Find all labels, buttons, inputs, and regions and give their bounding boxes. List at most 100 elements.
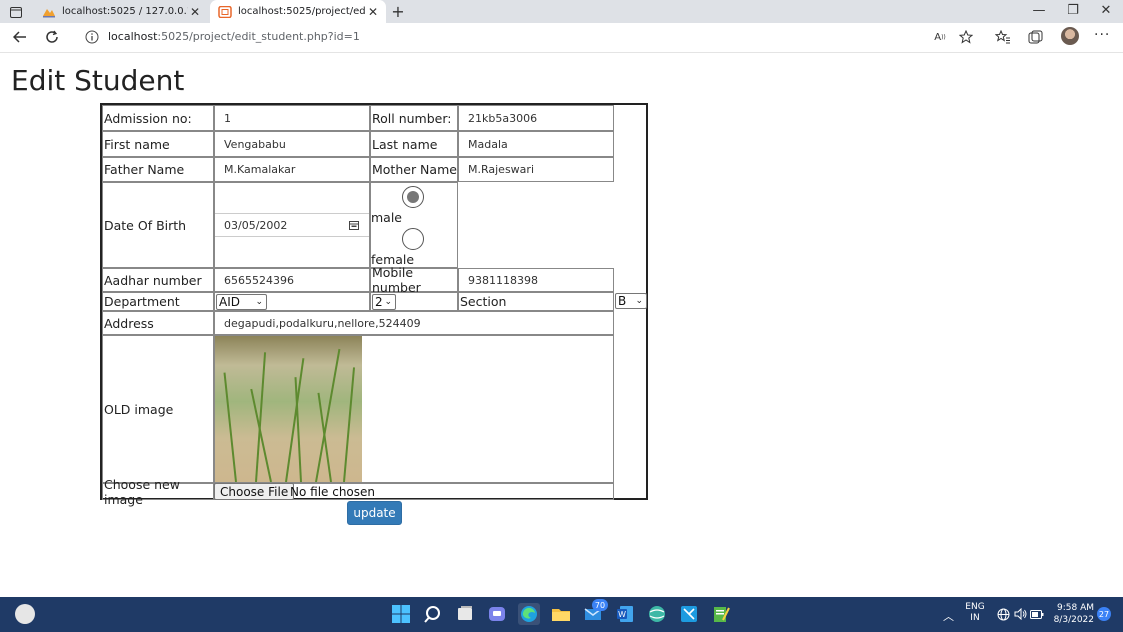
section-value: B bbox=[618, 294, 627, 308]
dob-input[interactable]: 03/05/2002 bbox=[215, 213, 369, 237]
calendar-icon[interactable] bbox=[349, 220, 359, 230]
tab-actions-icon[interactable] bbox=[6, 3, 26, 21]
url-path: :5025/project/edit_student.php?id=1 bbox=[157, 30, 360, 43]
department-select[interactable]: AID ⌄ bbox=[216, 294, 267, 310]
mother-name-label: Mother Name bbox=[370, 157, 458, 182]
section-label: Section bbox=[458, 292, 614, 311]
roll-number-label: Roll number: bbox=[370, 105, 458, 131]
time: 9:58 AM bbox=[1057, 603, 1094, 613]
year-cell: 2 ⌄ bbox=[370, 292, 458, 311]
section-select[interactable]: B ⌄ bbox=[615, 293, 647, 309]
page-icon bbox=[218, 5, 232, 18]
language-indicator[interactable]: ENG IN bbox=[963, 602, 987, 624]
father-name-label: Father Name bbox=[102, 157, 214, 182]
search-icon[interactable] bbox=[422, 603, 444, 625]
section-cell: B ⌄ bbox=[614, 292, 648, 311]
mother-name-input[interactable]: M.Rajeswari bbox=[458, 157, 614, 182]
browser-globe-icon[interactable] bbox=[646, 603, 668, 625]
favorites-icon[interactable] bbox=[995, 29, 1011, 45]
read-aloud-icon[interactable]: A)) bbox=[932, 29, 948, 45]
network-icon[interactable] bbox=[996, 607, 1010, 621]
new-tab-icon[interactable]: + bbox=[389, 2, 407, 21]
aadhar-input[interactable]: 6565524396 bbox=[214, 268, 370, 292]
tray-chevron-up-icon[interactable]: ︿ bbox=[943, 608, 954, 624]
start-icon[interactable] bbox=[390, 603, 412, 625]
dob-value: 03/05/2002 bbox=[224, 218, 288, 232]
region-code: IN bbox=[970, 613, 980, 623]
task-view-icon[interactable] bbox=[454, 603, 476, 625]
refresh-icon[interactable] bbox=[42, 27, 62, 47]
department-cell: AID ⌄ bbox=[214, 292, 370, 311]
chevron-down-icon: ⌄ bbox=[384, 297, 392, 307]
aadhar-label: Aadhar number bbox=[102, 268, 214, 292]
admission-no-label: Admission no: bbox=[102, 105, 214, 131]
tab-title: localhost:5025 / 127.0.0.1 / vrjsm bbox=[62, 6, 188, 17]
department-value: AID bbox=[219, 295, 240, 309]
mobile-label: Mobile number bbox=[370, 265, 458, 295]
close-icon[interactable]: ✕ bbox=[366, 5, 380, 19]
window-close-icon[interactable]: ✕ bbox=[1096, 3, 1116, 18]
roll-number-input[interactable]: 21kb5a3006 bbox=[458, 105, 614, 131]
first-name-input[interactable]: Vengababu bbox=[214, 131, 370, 157]
svg-text:W: W bbox=[618, 610, 626, 619]
volume-icon[interactable] bbox=[1013, 607, 1027, 621]
chevron-down-icon: ⌄ bbox=[635, 296, 643, 306]
info-icon[interactable] bbox=[85, 30, 99, 44]
notepad-icon[interactable] bbox=[710, 603, 732, 625]
admission-no-input[interactable]: 1 bbox=[214, 105, 370, 131]
male-label: male bbox=[371, 210, 402, 225]
clock[interactable]: 9:58 AM 8/3/2022 bbox=[1050, 602, 1094, 626]
battery-icon[interactable] bbox=[1030, 607, 1044, 621]
father-name-input[interactable]: M.Kamalakar bbox=[214, 157, 370, 182]
tab-phpmyadmin[interactable]: localhost:5025 / 127.0.0.1 / vrjsm ✕ bbox=[34, 0, 208, 23]
snipping-tool-icon[interactable] bbox=[678, 603, 700, 625]
minimize-icon[interactable]: — bbox=[1029, 3, 1049, 18]
department-label: Department bbox=[102, 292, 214, 311]
mail-badge: 70 bbox=[592, 599, 608, 611]
weather-widget-icon[interactable] bbox=[15, 604, 35, 624]
choose-file-button[interactable]: Choose File bbox=[214, 483, 295, 500]
edit-student-form: Admission no: 1 Roll number: 21kb5a3006 … bbox=[100, 103, 648, 507]
address-bar: localhost:5025/project/edit_student.php?… bbox=[0, 23, 1123, 53]
chevron-down-icon: ⌄ bbox=[255, 297, 263, 307]
year-select[interactable]: 2 ⌄ bbox=[372, 294, 396, 310]
address-label: Address bbox=[102, 311, 214, 335]
first-name-label: First name bbox=[102, 131, 214, 157]
close-icon[interactable]: ✕ bbox=[188, 5, 202, 19]
tab-edit-student[interactable]: localhost:5025/project/edit_stud ✕ bbox=[210, 0, 386, 23]
add-favorite-icon[interactable] bbox=[958, 29, 974, 45]
lang-code: ENG bbox=[965, 602, 985, 612]
student-photo bbox=[215, 336, 362, 482]
word-icon[interactable]: W bbox=[614, 603, 636, 625]
update-button[interactable]: update bbox=[347, 501, 402, 525]
last-name-input[interactable]: Madala bbox=[458, 131, 614, 157]
phpmyadmin-icon bbox=[43, 8, 55, 17]
file-status: No file chosen bbox=[290, 484, 376, 499]
back-icon[interactable] bbox=[10, 27, 30, 47]
url-field[interactable]: localhost:5025/project/edit_student.php?… bbox=[108, 30, 360, 43]
url-host: localhost bbox=[108, 30, 158, 43]
file-explorer-icon[interactable] bbox=[550, 603, 572, 625]
tab-strip: localhost:5025 / 127.0.0.1 / vrjsm ✕ loc… bbox=[0, 0, 1123, 23]
taskbar: 70 W ︿ ENG IN 9:58 AM 8/3/2022 27 bbox=[0, 597, 1123, 632]
old-image-label: OLD image bbox=[102, 335, 214, 483]
edge-icon[interactable] bbox=[518, 603, 540, 625]
restore-icon[interactable]: ❐ bbox=[1063, 3, 1083, 18]
notification-badge[interactable]: 27 bbox=[1097, 607, 1111, 621]
dob-cell: 03/05/2002 bbox=[214, 182, 370, 268]
male-radio[interactable] bbox=[402, 186, 424, 208]
more-menu-icon[interactable]: ··· bbox=[1094, 27, 1110, 43]
collections-icon[interactable] bbox=[1027, 29, 1043, 45]
address-input[interactable]: degapudi,podalkuru,nellore,524409 bbox=[214, 311, 614, 335]
profile-avatar[interactable] bbox=[1061, 27, 1079, 45]
female-radio[interactable] bbox=[402, 228, 424, 250]
mobile-input[interactable]: 9381118398 bbox=[458, 268, 614, 292]
teams-chat-icon[interactable] bbox=[486, 603, 508, 625]
tab-title: localhost:5025/project/edit_stud bbox=[238, 6, 366, 17]
year-value: 2 bbox=[375, 295, 383, 309]
page-title: Edit Student bbox=[11, 64, 185, 97]
last-name-label: Last name bbox=[370, 131, 458, 157]
date: 8/3/2022 bbox=[1053, 615, 1094, 625]
choose-new-image-label: Choose new image bbox=[102, 477, 214, 507]
gender-cell: male female bbox=[370, 182, 458, 268]
